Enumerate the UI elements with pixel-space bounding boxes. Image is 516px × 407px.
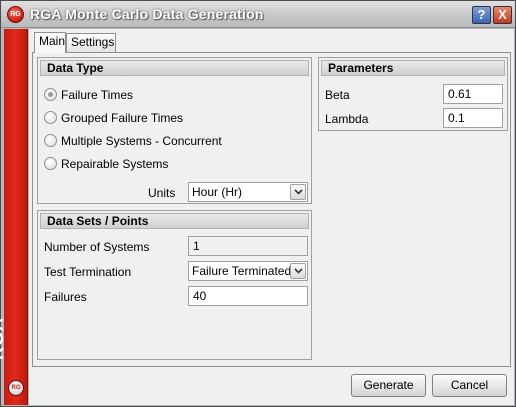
failures-label: Failures xyxy=(44,290,87,304)
parameters-group: Parameters Beta 0.61 Lambda 0.1 xyxy=(318,57,508,131)
dialog-content: Main Settings Data Type Failure Times Gr… xyxy=(29,29,514,405)
systems-field: 1 xyxy=(188,236,308,256)
help-button[interactable]: ? xyxy=(472,6,491,24)
radio-button[interactable] xyxy=(44,111,57,124)
cancel-button[interactable]: Cancel xyxy=(432,374,507,397)
units-dropdown-button[interactable] xyxy=(290,184,306,200)
data-sets-group: Data Sets / Points Number of Systems 1 T… xyxy=(37,210,312,360)
radio-label: Multiple Systems - Concurrent xyxy=(61,134,222,148)
beta-label: Beta xyxy=(325,88,350,102)
radio-button[interactable] xyxy=(44,88,57,101)
units-select[interactable]: Hour (Hr) xyxy=(188,182,308,202)
tab-settings[interactable]: Settings xyxy=(66,33,116,52)
question-mark-icon: ? xyxy=(477,7,486,22)
dialog-window: RG RGA Monte Carlo Data Generation ? X R… xyxy=(0,0,516,407)
tab-panel-main: Data Type Failure Times Grouped Failure … xyxy=(32,52,511,367)
termination-value: Failure Terminated xyxy=(192,264,292,278)
lambda-field[interactable]: 0.1 xyxy=(443,108,503,128)
data-type-group: Data Type Failure Times Grouped Failure … xyxy=(37,57,312,204)
systems-label: Number of Systems xyxy=(44,240,150,254)
data-type-header: Data Type xyxy=(40,60,309,76)
title-bar[interactable]: RG RGA Monte Carlo Data Generation ? X xyxy=(1,1,515,28)
window-title: RGA Monte Carlo Data Generation xyxy=(30,6,264,22)
close-icon: X xyxy=(498,7,507,22)
rga-logo-icon: RG xyxy=(7,6,24,23)
termination-label: Test Termination xyxy=(44,265,132,279)
tab-main[interactable]: Main xyxy=(34,32,66,53)
beta-field[interactable]: 0.61 xyxy=(443,84,503,104)
chevron-down-icon xyxy=(294,189,303,195)
radio-label: Grouped Failure Times xyxy=(61,111,184,125)
radio-label: Failure Times xyxy=(61,88,134,102)
termination-select[interactable]: Failure Terminated xyxy=(188,261,308,281)
chevron-down-icon xyxy=(294,268,303,274)
termination-dropdown-button[interactable] xyxy=(290,263,306,279)
brand-sidebar: RGA RG xyxy=(0,29,28,405)
data-sets-header: Data Sets / Points xyxy=(40,213,309,229)
close-button[interactable]: X xyxy=(493,6,512,24)
lambda-label: Lambda xyxy=(325,112,369,126)
radio-button[interactable] xyxy=(44,157,57,170)
failures-field[interactable]: 40 xyxy=(188,286,308,306)
units-label: Units xyxy=(148,186,176,200)
radio-button[interactable] xyxy=(44,134,57,147)
sidebar-logo-icon: RG xyxy=(8,380,24,396)
units-value: Hour (Hr) xyxy=(192,185,242,199)
radio-label: Repairable Systems xyxy=(61,157,169,171)
generate-button[interactable]: Generate xyxy=(351,374,426,397)
parameters-header: Parameters xyxy=(321,60,505,76)
